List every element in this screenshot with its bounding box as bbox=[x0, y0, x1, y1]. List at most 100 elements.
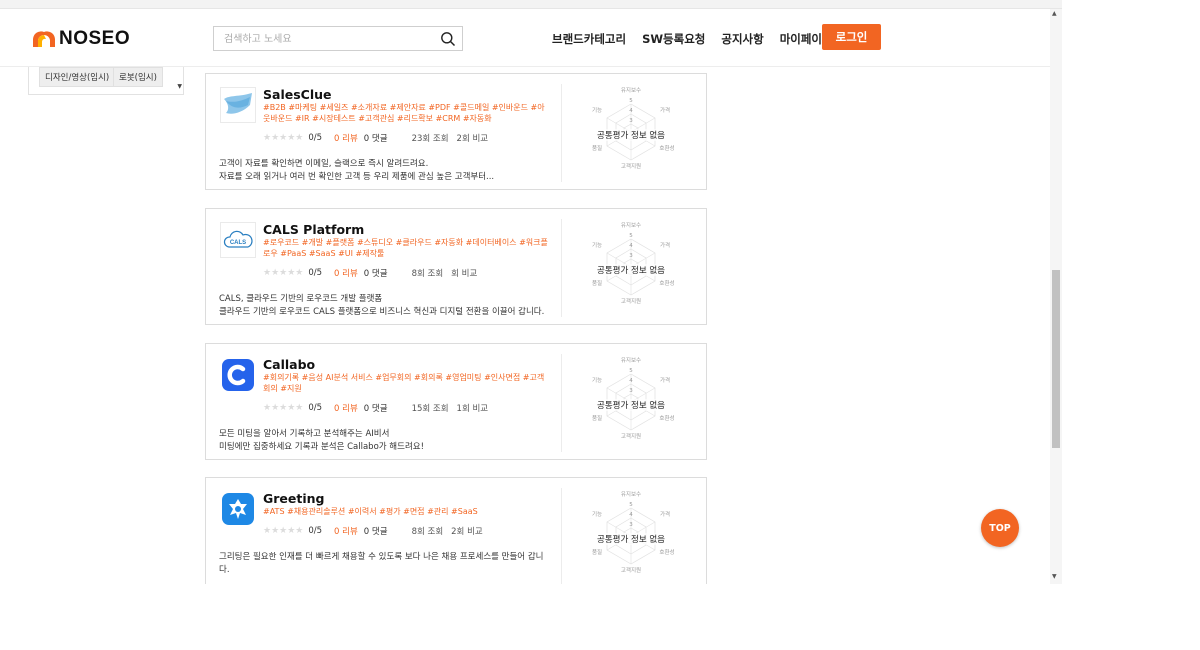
salesclue-logo bbox=[220, 87, 256, 123]
compare-count: 2회 비교 bbox=[456, 134, 489, 144]
callabo-logo-icon bbox=[222, 359, 254, 391]
scroll-down-icon[interactable]: ▼ bbox=[1052, 573, 1057, 580]
rating-value: 0/5 bbox=[308, 133, 323, 143]
description-line: 고객이 자료를 확인하면 이메일, 슬랙으로 즉시 알려드려요. bbox=[219, 159, 429, 169]
view-count: 23회 조회 bbox=[411, 134, 449, 144]
radar-axis-label: 품질 bbox=[592, 279, 602, 287]
noseo-logo-icon bbox=[33, 31, 55, 47]
product-description: 그리팅은 필요한 인재를 더 빠르게 채용할 수 있도록 보다 나은 채용 프로… bbox=[219, 551, 549, 577]
cals-logo-text: CALS bbox=[230, 240, 246, 246]
brand-logo[interactable]: NOSEO bbox=[32, 28, 130, 50]
product-meta: ★★★★★ 0/5 0 리뷰 0 댓글 15회 조회 1회 비교 bbox=[263, 402, 488, 414]
review-count: 0 리뷰 bbox=[334, 269, 358, 279]
radar-axis-label: 품질 bbox=[592, 548, 602, 556]
description-line: 미팅에만 집중하세요 기록과 분석은 Callabo가 해드려요! bbox=[219, 442, 424, 452]
rating-value: 0/5 bbox=[308, 403, 323, 413]
brand-name: NOSEO bbox=[59, 28, 131, 49]
radar-axis-label: 기능 bbox=[592, 510, 602, 518]
sidebar-scroll-down-icon[interactable]: ▼ bbox=[177, 83, 182, 90]
product-meta: ★★★★★ 0/5 0 리뷰 0 댓글 23회 조회 2회 비교 bbox=[263, 132, 488, 144]
category-chip-robot[interactable]: 로봇(임시) bbox=[113, 67, 163, 87]
description-line: 모든 미팅을 알아서 기록하고 분석해주는 AI비서 bbox=[219, 429, 390, 439]
evaluation-empty-text: 공통평가 정보 없음 bbox=[586, 533, 676, 545]
description-line: CALS, 클라우드 기반의 로우코드 개발 플랫폼 bbox=[219, 294, 383, 304]
radar-scale-label: 4 bbox=[629, 512, 633, 518]
comment-count: 0 댓글 bbox=[363, 527, 388, 537]
radar-axis-label: 품질 bbox=[592, 414, 602, 422]
scroll-top-button[interactable]: TOP bbox=[981, 509, 1019, 547]
radar-axis-label: 고객지원 bbox=[621, 162, 641, 170]
greeting-logo bbox=[220, 491, 256, 527]
product-description: 모든 미팅을 알아서 기록하고 분석해주는 AI비서 미팅에만 집중하세요 기록… bbox=[219, 428, 549, 454]
radar-axis-label: 호환성 bbox=[659, 144, 674, 152]
view-count: 15회 조회 bbox=[411, 404, 449, 414]
evaluation-empty-text: 공통평가 정보 없음 bbox=[586, 264, 676, 276]
nav-brand-category[interactable]: 브랜드카테고리 bbox=[552, 31, 626, 47]
cals-logo-icon: CALS bbox=[223, 230, 253, 248]
product-card[interactable]: Callabo #회의기록 #음성 AI분석 서비스 #업무회의 #회의록 #영… bbox=[205, 343, 707, 460]
page-scrollbar[interactable]: ▲ ▼ bbox=[1050, 9, 1062, 584]
view-count: 8회 조회 bbox=[411, 269, 444, 279]
radar-axis-label: 호환성 bbox=[659, 414, 674, 422]
rating-stars-icon: ★★★★★ bbox=[263, 526, 304, 536]
radar-axis-label: 유지보수 bbox=[621, 490, 641, 498]
scrollbar-thumb[interactable] bbox=[1052, 270, 1060, 448]
category-chip-design[interactable]: 디자인/영상(임시) bbox=[39, 67, 116, 87]
radar-scale-label: 3 bbox=[629, 253, 633, 259]
description-line: 클라우드 기반의 로우코드 CALS 플랫폼으로 비즈니스 혁신과 디지털 전환… bbox=[219, 307, 545, 317]
login-button[interactable]: 로그인 bbox=[822, 24, 881, 50]
product-card[interactable]: SalesClue #B2B #마케팅 #세일즈 #소개자료 #제안자료 #PD… bbox=[205, 73, 707, 190]
greeting-logo-icon bbox=[222, 493, 254, 525]
comment-count: 0 댓글 bbox=[363, 404, 388, 414]
radar-scale-label: 5 bbox=[629, 502, 633, 508]
top-strip bbox=[0, 0, 1062, 9]
product-name[interactable]: CALS Platform bbox=[263, 222, 364, 237]
comment-count: 0 댓글 bbox=[363, 269, 388, 279]
compare-count: 1회 비교 bbox=[456, 404, 489, 414]
radar-scale-label: 4 bbox=[629, 378, 633, 384]
radar-axis-label: 유지보수 bbox=[621, 86, 641, 94]
evaluation-empty-text: 공통평가 정보 없음 bbox=[586, 399, 676, 411]
radar-axis-label: 유지보수 bbox=[621, 221, 641, 229]
radar-scale-label: 5 bbox=[629, 233, 633, 239]
nav-sw-request[interactable]: SW등록요청 bbox=[642, 31, 705, 47]
product-description: CALS, 클라우드 기반의 로우코드 개발 플랫폼 클라우드 기반의 로우코드… bbox=[219, 293, 559, 319]
description-line: 자료를 오래 읽거나 여러 번 확인한 고객 등 우리 제품에 관심 높은 고객… bbox=[219, 172, 495, 182]
main-nav: 브랜드카테고리 SW등록요청 공지사항 마이페이지 bbox=[552, 31, 833, 47]
radar-scale-label: 4 bbox=[629, 108, 633, 114]
search-input[interactable] bbox=[214, 28, 429, 51]
radar-axis-label: 호환성 bbox=[659, 548, 674, 556]
review-count: 0 리뷰 bbox=[334, 404, 358, 414]
product-card[interactable]: Greeting #ATS #채용관리솔루션 #이력서 #평가 #면접 #관리 … bbox=[205, 477, 707, 584]
product-name[interactable]: SalesClue bbox=[263, 87, 331, 102]
review-count: 0 리뷰 bbox=[334, 527, 358, 537]
view-count: 8회 조회 bbox=[411, 527, 444, 537]
search-box bbox=[213, 26, 463, 51]
product-card[interactable]: CALS CALS Platform #로우코드 #개발 #플랫폼 #스튜디오 … bbox=[205, 208, 707, 325]
product-tags: #ATS #채용관리솔루션 #이력서 #평가 #면접 #관리 #SaaS bbox=[263, 507, 478, 516]
product-name[interactable]: Greeting bbox=[263, 491, 325, 506]
radar-scale-label: 3 bbox=[629, 522, 633, 528]
site-header: NOSEO 브랜드카테고리 SW등록요청 공지사항 마이페이지 로그인 bbox=[0, 9, 1050, 67]
product-name[interactable]: Callabo bbox=[263, 357, 315, 372]
rating-value: 0/5 bbox=[308, 268, 323, 278]
nav-notice[interactable]: 공지사항 bbox=[721, 31, 763, 47]
compare-count: 2회 비교 bbox=[451, 527, 483, 537]
radar-axis-label: 유지보수 bbox=[621, 356, 641, 364]
rating-stars-icon: ★★★★★ bbox=[263, 403, 304, 413]
radar-axis-label: 가격 bbox=[660, 241, 670, 249]
search-icon[interactable] bbox=[440, 31, 456, 47]
radar-axis-label: 고객지원 bbox=[621, 566, 641, 574]
review-count: 0 리뷰 bbox=[334, 134, 358, 144]
salesclue-logo-icon bbox=[224, 93, 252, 114]
card-divider bbox=[561, 84, 562, 182]
card-divider bbox=[561, 354, 562, 452]
product-tags: #로우코드 #개발 #플랫폼 #스튜디오 #클라우드 #자동화 #데이터베이스 … bbox=[263, 238, 548, 258]
card-divider bbox=[561, 488, 562, 584]
product-meta: ★★★★★ 0/5 0 리뷰 0 댓글 8회 조회 2회 비교 bbox=[263, 525, 483, 537]
comment-count: 0 댓글 bbox=[363, 134, 388, 144]
radar-axis-label: 가격 bbox=[660, 106, 670, 114]
radar-scale-label: 5 bbox=[629, 98, 633, 104]
scroll-up-icon[interactable]: ▲ bbox=[1052, 10, 1057, 17]
callabo-logo bbox=[220, 357, 256, 393]
